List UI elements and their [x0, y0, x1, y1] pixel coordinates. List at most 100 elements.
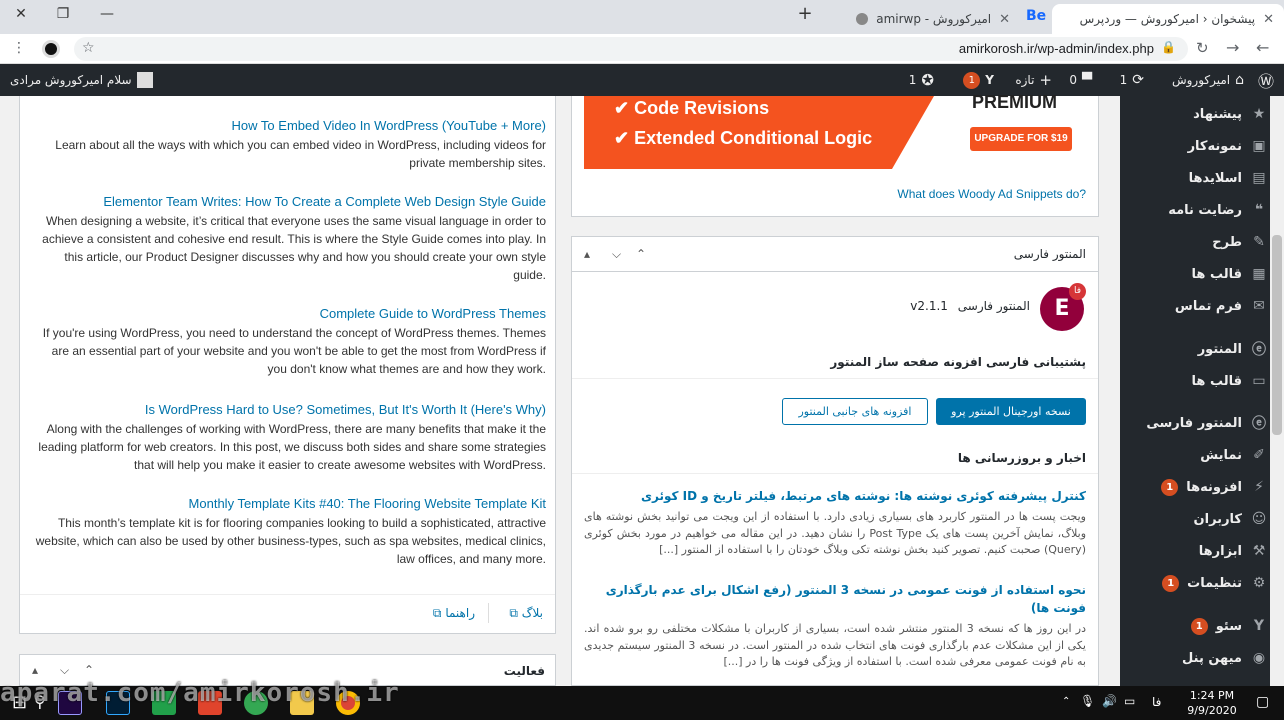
upgrade-button[interactable]: UPGRADE FOR $19 — [970, 127, 1072, 151]
clock[interactable]: 1:24 PM 9/9/2020 — [1182, 688, 1242, 718]
sidebar-item[interactable]: Y سئو 1 — [1190, 612, 1268, 640]
greeting-text: سلام امیرکوروش مرادی — [10, 73, 132, 87]
wrench-icon: ⚒ — [1252, 543, 1266, 559]
sidebar-item[interactable]: ◉ میهن پنل — [1182, 644, 1268, 672]
tray-chevron-icon[interactable]: ⌃ — [1062, 696, 1070, 707]
post-link[interactable]: How To Embed Video In WordPress (YouTube… — [32, 118, 546, 133]
plugin-toolbar-icon: ✪ — [921, 71, 934, 89]
sidebar-item[interactable]: ✐ نمایش — [1200, 441, 1268, 469]
folder-icon: ▭ — [1252, 373, 1266, 389]
comments-count: 0 — [1069, 73, 1077, 87]
post-link[interactable]: Is WordPress Hard to Use? Sometimes, But… — [32, 402, 546, 417]
sidebar-item-label: قالب ها — [1191, 373, 1242, 389]
chevron-up-icon[interactable]: ⌃ — [636, 247, 646, 261]
sidebar-item-label: المنتور — [1197, 341, 1242, 357]
sidebar-item[interactable]: ▦ قالب ها — [1192, 260, 1268, 288]
bookmark-star-icon[interactable]: ☆ — [82, 40, 95, 56]
updates-link[interactable]: ⟳ 1 — [1120, 64, 1144, 96]
sidebar-item[interactable]: ▤ اسلایدها — [1189, 164, 1268, 192]
close-window-icon[interactable]: ✕ — [6, 6, 36, 22]
reload-icon[interactable]: ↻ — [1196, 39, 1209, 57]
my-account-link[interactable]: سلام امیرکوروش مرادی — [10, 64, 153, 96]
slides-icon: ▤ — [1252, 170, 1266, 186]
site-name-link[interactable]: ⌂ امیرکوروش — [1172, 64, 1244, 96]
minimize-window-icon[interactable]: — — [92, 6, 122, 22]
post-link[interactable]: Complete Guide to WordPress Themes — [32, 306, 546, 321]
elementor-farsi-box: المنتور فارسی ▴ ⌵ ⌃ E فا المنتور فارسی v… — [571, 236, 1099, 686]
wordpress-logo-icon[interactable]: Ⓦ — [1258, 64, 1274, 96]
yoast-icon: Y — [1253, 618, 1265, 634]
sidebar-item[interactable]: ▣ نمونه‌کار — [1188, 132, 1268, 160]
sidebar-item-label: فرم تماس — [1174, 298, 1242, 314]
premium-label: PREMIUM — [972, 92, 1057, 112]
user-icon: ☺ — [1251, 511, 1267, 527]
address-bar[interactable]: ☆ amirkorosh.ir/wp-admin/index.php 🔒 — [74, 37, 1188, 61]
lock-icon[interactable]: 🔒 — [1161, 40, 1176, 54]
sidebar-item[interactable]: ⓔ المنتور — [1198, 335, 1268, 363]
sidebar-item[interactable]: ✎ طرح — [1212, 228, 1268, 256]
behance-tab-icon[interactable]: Be — [1026, 8, 1046, 24]
sidebar-item[interactable]: ⚙ تنظیمات 1 — [1162, 569, 1268, 597]
browser-toolbar: ⋮ ☆ amirkorosh.ir/wp-admin/index.php 🔒 ↻… — [0, 34, 1284, 64]
network-icon[interactable]: ▭ — [1124, 694, 1135, 708]
sidebar-item[interactable]: ⚒ ابزارها — [1199, 537, 1268, 565]
news-link[interactable]: کنترل پیشرفته کوئری نوشته ها: نوشته های … — [586, 487, 1086, 505]
sidebar-item[interactable]: ⓔ المنتور فارسی — [1146, 409, 1268, 437]
help-link-label: راهنما — [445, 606, 475, 620]
sidebar-item[interactable]: ⚡ افزونه‌ها 1 — [1161, 473, 1268, 501]
sidebar-item-label: المنتور فارسی — [1146, 415, 1242, 431]
chevron-down-icon[interactable]: ⌵ — [60, 663, 69, 678]
new-label: تازه — [1015, 73, 1035, 87]
tab-close-icon[interactable]: ✕ — [999, 12, 1010, 27]
notifications-icon[interactable]: ▢ — [1256, 694, 1269, 710]
news-link[interactable]: نحوه استفاده از فونت عمومی در نسخه 3 الم… — [586, 581, 1086, 617]
chevron-down-icon[interactable]: ⌵ — [612, 247, 621, 262]
sidebar-item-label: رضایت نامه — [1168, 202, 1242, 218]
tab-close-icon[interactable]: ✕ — [1263, 12, 1274, 27]
premium-banner[interactable]: ✔ Code Revisions ✔ Extended Conditional … — [584, 92, 1088, 169]
elementor-addons-button[interactable]: افزونه های جانبی المنتور — [782, 398, 928, 425]
volume-icon[interactable]: 🔊 — [1102, 694, 1117, 708]
move-up-icon[interactable]: ▴ — [32, 663, 38, 677]
plugin-version: v2.1.1 — [910, 299, 948, 313]
extra-plugin-link[interactable]: ✪ 1 — [909, 64, 934, 96]
yoast-icon: Y — [985, 73, 994, 87]
chevron-up-icon[interactable]: ⌃ — [84, 663, 94, 677]
tab-dashboard[interactable]: ✕ پیشخوان ‹ امیرکوروش — وردپرس — [1052, 4, 1284, 34]
list-item: Monthly Template Kits #40: The Flooring … — [32, 496, 546, 568]
sidebar-item[interactable]: ☺ کاربران — [1194, 505, 1268, 533]
new-tab-button[interactable]: + — [790, 3, 820, 24]
back-icon[interactable]: ← — [1256, 38, 1269, 57]
forward-icon[interactable]: → — [1226, 38, 1239, 57]
sidebar-item[interactable]: ▭ قالب ها — [1192, 367, 1268, 395]
microphone-icon[interactable]: 🎙 — [1080, 694, 1095, 708]
brush-icon: ✐ — [1253, 447, 1265, 463]
tab-title: امیرکوروش - amirwp — [876, 12, 992, 26]
language-indicator[interactable]: فا — [1152, 695, 1161, 709]
sidebar-item-label: قالب ها — [1191, 266, 1242, 282]
sidebar-badge: 1 — [1161, 478, 1179, 496]
comments-link[interactable]: ▀ 0 — [1069, 64, 1092, 96]
sidebar-item[interactable]: ★ پیشنهاد — [1193, 100, 1268, 128]
post-link[interactable]: Elementor Team Writes: How To Create a C… — [32, 194, 546, 209]
extra-count: 1 — [908, 73, 917, 87]
menu-icon[interactable]: ⋮ — [12, 40, 26, 56]
blog-link[interactable]: بلاگ ⧉ — [509, 606, 543, 621]
news-excerpt: در این روز ها که نسخه 3 المنتور منتشر شد… — [584, 622, 1086, 668]
extension-icon[interactable] — [42, 40, 60, 58]
watermark-text: aparat.com/amirkorosh.ir — [0, 678, 400, 708]
mihanpanel-icon: ◉ — [1252, 650, 1266, 666]
woody-info-link[interactable]: What does Woody Ad Snippets do? — [897, 187, 1086, 201]
template-icon: ▦ — [1252, 266, 1266, 282]
tab-amirwp[interactable]: ✕ امیرکوروش - amirwp — [830, 4, 1020, 34]
move-up-icon[interactable]: ▴ — [584, 247, 590, 261]
sidebar-item[interactable]: ✉ فرم تماس — [1175, 292, 1268, 320]
post-link[interactable]: Monthly Template Kits #40: The Flooring … — [32, 496, 546, 511]
sidebar-item[interactable]: ❝ رضایت نامه — [1168, 196, 1268, 224]
restore-window-icon[interactable]: ❐ — [48, 6, 78, 22]
scrollbar-thumb[interactable] — [1272, 235, 1282, 435]
help-link[interactable]: راهنما ⧉ — [433, 606, 475, 621]
list-item: How To Embed Video In WordPress (YouTube… — [32, 118, 546, 172]
elementor-pro-button[interactable]: نسخه اورجینال المنتور پرو — [936, 398, 1086, 425]
post-excerpt: This month’s template kit is for floorin… — [35, 516, 546, 566]
